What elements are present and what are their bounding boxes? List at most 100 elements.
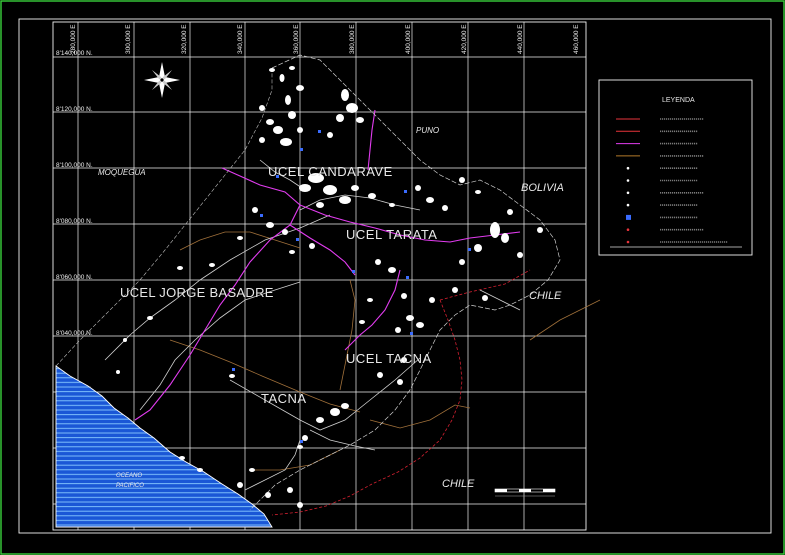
settlement-marker — [265, 492, 271, 498]
settlement-marker — [282, 229, 288, 235]
settlement-marker — [507, 209, 513, 215]
label-ucel-candarave: UCEL CANDARAVE — [268, 164, 393, 179]
school-marker — [410, 332, 413, 335]
settlement-marker — [415, 185, 421, 191]
easting-tick-label: 440,000 E — [517, 24, 524, 54]
easting-tick-label: 380,000 E — [349, 24, 356, 54]
pacific-ocean — [55, 365, 273, 528]
settlement-marker — [280, 138, 292, 146]
settlement-marker — [177, 266, 183, 270]
settlement-marker — [309, 243, 315, 249]
settlement-marker — [299, 184, 311, 192]
settlement-marker — [287, 487, 293, 493]
settlement-marker — [490, 222, 500, 238]
settlement-marker — [389, 203, 395, 207]
label-ocean-1: OCEANO — [116, 473, 142, 479]
settlement-marker — [388, 267, 396, 273]
legend-symbol — [626, 228, 630, 231]
settlement-marker — [356, 117, 364, 123]
settlement-marker — [377, 372, 383, 378]
legend-symbol — [626, 240, 630, 244]
settlement-marker — [452, 287, 458, 293]
department-outline — [249, 54, 561, 511]
easting-tick-label: 460,000 E — [573, 24, 580, 54]
settlement-marker — [474, 244, 482, 252]
settlement-marker — [197, 468, 203, 472]
settlement-marker — [426, 197, 434, 203]
northing-tick-label: 8'060,000 N. — [56, 274, 93, 281]
settlement-marker — [406, 315, 414, 321]
northing-tick-label: 8'140,000 N. — [56, 50, 93, 57]
settlement-marker — [459, 177, 465, 183]
settlement-marker — [269, 68, 275, 72]
school-marker — [318, 130, 321, 133]
settlement-marker — [249, 468, 255, 472]
settlement-marker — [442, 205, 448, 211]
cad-map-drawing: 280,000 E 300,000 E 320,000 E 340,000 E 360,… — [0, 0, 785, 555]
settlement-marker — [285, 95, 291, 105]
label-ucel-tacna: UCEL TACNA — [346, 351, 432, 366]
settlement-marker — [517, 252, 523, 258]
settlement-marker — [416, 322, 424, 328]
label-chile-south: CHILE — [442, 478, 475, 490]
label-ocean-2: PACIFICO — [116, 483, 144, 489]
settlement-marker — [316, 417, 324, 423]
settlement-marker — [397, 379, 403, 385]
school-marker — [352, 270, 355, 273]
settlement-marker — [351, 185, 359, 191]
graphic-scale — [494, 488, 556, 497]
easting-tick-label: 400,000 E — [405, 24, 412, 54]
settlement-marker — [401, 293, 407, 299]
settlement-marker — [279, 74, 285, 82]
settlement-marker — [288, 111, 296, 119]
settlement-marker — [327, 132, 333, 138]
easting-tick-label: 360,000 E — [293, 24, 300, 54]
school-marker — [260, 214, 263, 217]
northing-tick-label: 8'120,000 N. — [56, 106, 93, 113]
settlement-marker — [147, 316, 153, 320]
legend-symbol — [626, 191, 630, 195]
settlement-marker — [297, 127, 303, 133]
settlement-marker — [273, 126, 283, 134]
school-marker — [300, 440, 303, 443]
settlement-marker — [237, 482, 243, 488]
map-sheet: 280,000 E 300,000 E 320,000 E 340,000 E 360,… — [0, 0, 785, 555]
legend-symbol — [626, 179, 630, 182]
settlement-marker — [336, 114, 344, 122]
easting-tick-label: 420,000 E — [461, 24, 468, 54]
label-tacna: TACNA — [261, 391, 307, 406]
settlement-marker — [459, 259, 465, 265]
settlement-marker — [475, 190, 481, 194]
legend-title: LEYENDA — [662, 97, 695, 104]
school-marker — [404, 190, 407, 193]
label-ucel-jorge-basadre: UCEL JORGE BASADRE — [120, 285, 274, 300]
label-puno: PUNO — [416, 126, 439, 135]
settlement-marker — [266, 222, 274, 228]
settlement-marker — [368, 193, 376, 199]
label-chile-east: CHILE — [529, 290, 562, 302]
easting-tick-label: 300,000 E — [125, 24, 132, 54]
school-marker — [296, 238, 299, 241]
legend-symbol — [626, 214, 631, 220]
settlement-marker — [289, 66, 295, 70]
settlement-marker — [395, 327, 401, 333]
legend-symbol — [626, 203, 630, 207]
ucel-boundaries — [134, 109, 521, 421]
department-border — [271, 269, 531, 516]
settlement-marker — [537, 227, 543, 233]
school-marker — [468, 248, 471, 251]
settlement-marker — [482, 295, 488, 301]
settlement-marker — [330, 408, 340, 416]
settlement-marker — [341, 89, 349, 101]
easting-labels: 280,000 E 300,000 E 320,000 E 340,000 E 360,… — [70, 24, 580, 54]
settlement-marker — [367, 298, 373, 302]
northing-tick-label: 8'100,000 N. — [56, 162, 93, 169]
settlement-marker — [339, 196, 351, 204]
north-arrow-icon — [144, 62, 180, 98]
legend-box: LEYENDA — [598, 79, 753, 256]
settlement-marker — [179, 456, 185, 460]
settlement-marker — [501, 233, 509, 243]
settlement-marker — [429, 297, 435, 303]
settlement-marker — [297, 502, 303, 508]
settlement-marker — [259, 137, 265, 143]
